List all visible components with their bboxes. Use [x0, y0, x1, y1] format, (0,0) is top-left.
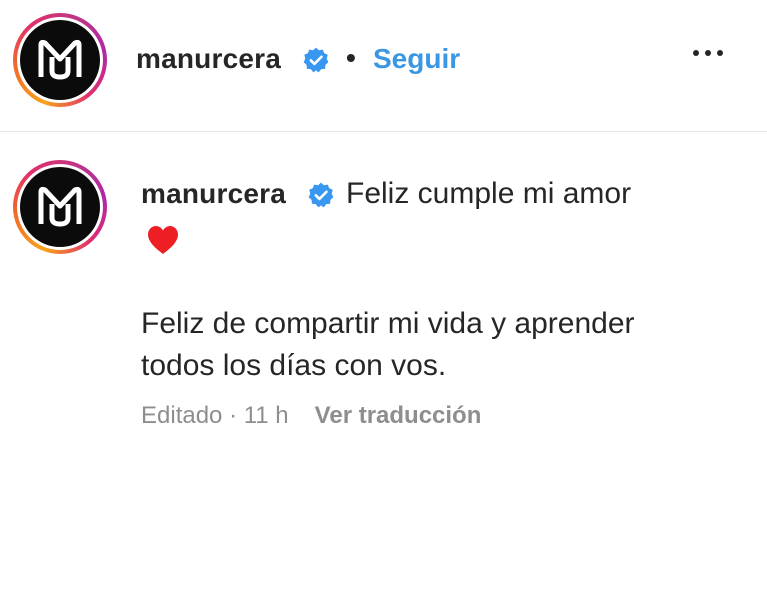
story-ring-avatar[interactable]	[13, 13, 107, 107]
translate-button[interactable]: Ver traducción	[315, 402, 482, 429]
avatar-border	[17, 17, 103, 103]
header-username[interactable]: manurcera	[136, 43, 281, 75]
caption-line: Feliz de compartir mi vida y aprender	[141, 307, 635, 340]
mu-logo-icon	[38, 39, 82, 80]
more-dot	[693, 50, 699, 56]
avatar	[20, 167, 100, 247]
avatar	[20, 20, 100, 100]
timestamp: Editado · 11 h	[141, 402, 289, 429]
caption-username[interactable]: manurcera	[141, 178, 286, 210]
more-options-icon[interactable]	[693, 50, 723, 56]
post-header: manurcera • Seguir	[0, 0, 767, 131]
caption-meta: Editado · 11 h Ver traducción	[141, 402, 481, 430]
heart-icon	[148, 226, 178, 254]
avatar-border	[17, 164, 103, 250]
caption-first-line: Feliz cumple mi amor	[346, 177, 632, 210]
caption-story-ring-avatar[interactable]	[13, 160, 107, 254]
more-dot	[705, 50, 711, 56]
mu-logo-icon	[38, 186, 82, 227]
more-dot	[717, 50, 723, 56]
verified-badge-icon	[303, 47, 329, 73]
separator-dot: •	[346, 42, 356, 73]
follow-button[interactable]: Seguir	[373, 43, 460, 75]
header-divider	[0, 131, 767, 132]
caption-body: Feliz de compartir mi vida y aprender to…	[141, 303, 741, 387]
caption-line: todos los días con vos.	[141, 349, 447, 382]
verified-badge-icon	[308, 182, 334, 208]
